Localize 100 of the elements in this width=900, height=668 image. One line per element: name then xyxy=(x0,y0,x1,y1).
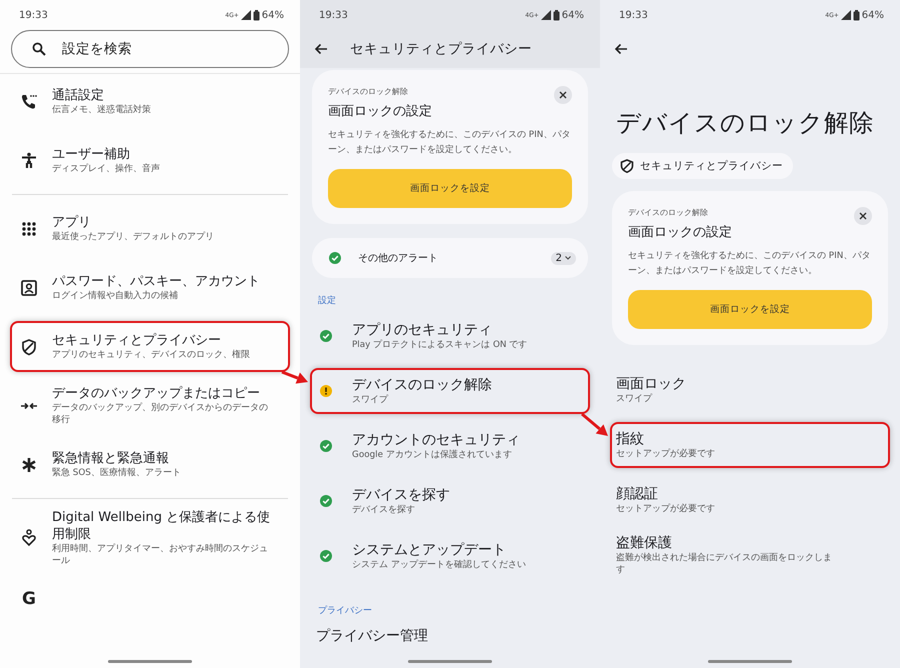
battery-icon xyxy=(252,10,260,20)
item-title: 通話設定 xyxy=(52,87,105,104)
item-subtitle: セットアップが必要です xyxy=(616,503,715,515)
settings-item[interactable]: 画面ロック スワイプ xyxy=(610,367,890,413)
navigation-handle[interactable] xyxy=(108,660,192,663)
card-label: デバイスのロック解除 xyxy=(328,86,408,97)
alerts-label: その他のアラート xyxy=(358,252,439,265)
shield-icon xyxy=(620,159,634,173)
google-icon[interactable]: G xyxy=(20,589,38,609)
check-circle-icon xyxy=(320,440,332,452)
clock-time: 19:33 xyxy=(619,10,648,20)
settings-item[interactable]: ユーザー補助 ディスプレイ、操作、音声 xyxy=(10,135,290,186)
item-title: アカウントのセキュリティ xyxy=(352,431,520,449)
item-subtitle: 盗難が検出された場合にデバイスの画面をロックします xyxy=(616,552,833,576)
item-title: 盗難保護 xyxy=(616,534,673,552)
item-title: アプリ xyxy=(52,214,92,231)
back-icon[interactable] xyxy=(614,43,628,55)
item-title: 緊急情報と緊急通報 xyxy=(52,450,170,467)
count-chip[interactable]: 2 xyxy=(550,252,576,264)
item-subtitle: 利用時間、アプリタイマー、おやすみ時間のスケジュール xyxy=(52,543,269,567)
item-subtitle: ログイン情報や自動入力の候補 xyxy=(52,290,179,302)
card-description: セキュリティを強化するために、このデバイスの PIN、パターン、またはパスワードを設定してください。 xyxy=(628,250,872,278)
item-subtitle: ディスプレイ、操作、音声 xyxy=(52,163,160,175)
signal-icon xyxy=(240,10,251,20)
settings-item[interactable]: プライバシー管理 xyxy=(310,623,590,649)
alerts-row[interactable]: その他のアラート 2 xyxy=(312,238,588,278)
annotation-arrow xyxy=(281,370,308,384)
settings-item[interactable]: データのバックアップまたはコピー データのバックアップ、別のデバイスからのデータの移行 xyxy=(10,380,290,431)
check-circle-icon xyxy=(329,252,341,264)
breadcrumb-chip[interactable]: セキュリティとプライバシー xyxy=(612,153,793,179)
settings-item[interactable]: 顔認証 セットアップが必要です xyxy=(610,477,890,523)
settings-item[interactable]: セキュリティとプライバシー アプリのセキュリティ、デバイスのロック、権限 xyxy=(10,321,290,372)
clock-time: 19:33 xyxy=(319,10,348,20)
item-subtitle: Google アカウントは保護されています xyxy=(352,449,513,461)
close-button[interactable] xyxy=(554,86,572,104)
item-subtitle: デバイスを探す xyxy=(352,504,416,516)
chevron-down-icon xyxy=(565,256,571,260)
close-button[interactable] xyxy=(854,207,872,225)
warning-icon xyxy=(320,385,332,397)
navigation-handle[interactable] xyxy=(708,660,792,663)
settings-item[interactable]: 緊急情報と緊急通報 緊急 SOS、医療情報、アラート xyxy=(10,439,290,490)
settings-item[interactable]: アカウントのセキュリティ Google アカウントは保護されています xyxy=(310,423,590,469)
set-screen-lock-button[interactable]: 画面ロックを設定 xyxy=(328,169,572,208)
search-icon xyxy=(32,42,46,56)
settings-item[interactable]: 指紋 セットアップが必要です xyxy=(610,422,890,468)
item-subtitle: スワイプ xyxy=(352,394,390,406)
close-icon xyxy=(559,91,567,99)
item-title: 指紋 xyxy=(616,430,645,448)
check-circle-icon xyxy=(320,495,332,507)
account-icon xyxy=(20,278,38,296)
item-subtitle: Play プロテクトによるスキャンは ON です xyxy=(352,339,528,351)
close-icon xyxy=(859,212,867,220)
check-circle-icon xyxy=(320,330,332,342)
settings-item[interactable]: アプリのセキュリティ Play プロテクトによるスキャンは ON です xyxy=(310,313,590,359)
settings-item[interactable]: 通話設定 伝言メモ、迷惑電話対策 xyxy=(10,76,290,127)
battery-icon xyxy=(552,10,560,20)
item-title: データのバックアップまたはコピー xyxy=(52,385,261,402)
settings-item[interactable]: システムとアップデート システム アップデートを確認してください xyxy=(310,533,590,579)
section-header: プライバシー xyxy=(318,604,373,617)
card-description: セキュリティを強化するために、このデバイスの PIN、パターン、またはパスワードを設定してください。 xyxy=(328,128,572,157)
settings-item[interactable]: パスワード、パスキー、アカウント ログイン情報や自動入力の候補 xyxy=(10,262,290,313)
item-subtitle: セットアップが必要です xyxy=(616,448,715,460)
heart-person-icon xyxy=(20,529,38,547)
settings-item[interactable]: デバイスのロック解除 スワイプ xyxy=(310,368,590,414)
navigation-handle[interactable] xyxy=(408,660,492,663)
settings-item[interactable]: アプリ 最近使ったアプリ、デフォルトのアプリ xyxy=(10,203,290,254)
battery-level: 64% xyxy=(262,10,284,20)
section-header: 設定 xyxy=(318,294,337,307)
item-title: パスワード、パスキー、アカウント xyxy=(52,273,260,290)
signal-icon xyxy=(840,10,851,20)
set-screen-lock-button[interactable]: 画面ロックを設定 xyxy=(628,290,872,329)
item-title: プライバシー管理 xyxy=(316,627,428,645)
item-subtitle: データのバックアップ、別のデバイスからのデータの移行 xyxy=(52,402,269,426)
settings-item[interactable]: 盗難保護 盗難が検出された場合にデバイスの画面をロックします xyxy=(610,532,890,578)
item-title: Digital Wellbeing と保護者による使用制限 xyxy=(52,509,272,543)
apps-icon xyxy=(20,220,38,238)
back-icon[interactable] xyxy=(314,43,328,55)
settings-item[interactable]: Digital Wellbeing と保護者による使用制限 利用時間、アプリタイマー、おやすみ時間のスケジュール xyxy=(10,507,290,569)
item-subtitle: システム アップデートを確認してください xyxy=(352,559,526,571)
item-title: アプリのセキュリティ xyxy=(352,321,493,339)
item-title: 顔認証 xyxy=(616,485,659,503)
page-title: デバイスのロック解除 xyxy=(615,107,875,139)
item-title: ユーザー補助 xyxy=(52,146,131,163)
settings-item[interactable]: デバイスを探す デバイスを探す xyxy=(310,478,590,524)
shield-icon xyxy=(20,338,38,356)
card-title: 画面ロックの設定 xyxy=(328,103,433,120)
item-subtitle: アプリのセキュリティ、デバイスのロック、権限 xyxy=(52,349,250,361)
battery-icon xyxy=(852,10,860,20)
item-subtitle: 伝言メモ、迷惑電話対策 xyxy=(52,104,151,116)
search-field[interactable]: 設定を検索 xyxy=(11,30,289,68)
item-title: 画面ロック xyxy=(616,375,686,393)
item-subtitle: 緊急 SOS、医療情報、アラート xyxy=(52,467,181,479)
annotation-arrow xyxy=(581,412,608,436)
accessibility-icon xyxy=(20,152,38,170)
asterisk-icon xyxy=(20,456,38,474)
card-label: デバイスのロック解除 xyxy=(628,207,708,218)
check-circle-icon xyxy=(320,550,332,562)
card-title: 画面ロックの設定 xyxy=(628,224,733,241)
phone-icon xyxy=(20,92,38,110)
clock-time: 19:33 xyxy=(19,10,48,20)
